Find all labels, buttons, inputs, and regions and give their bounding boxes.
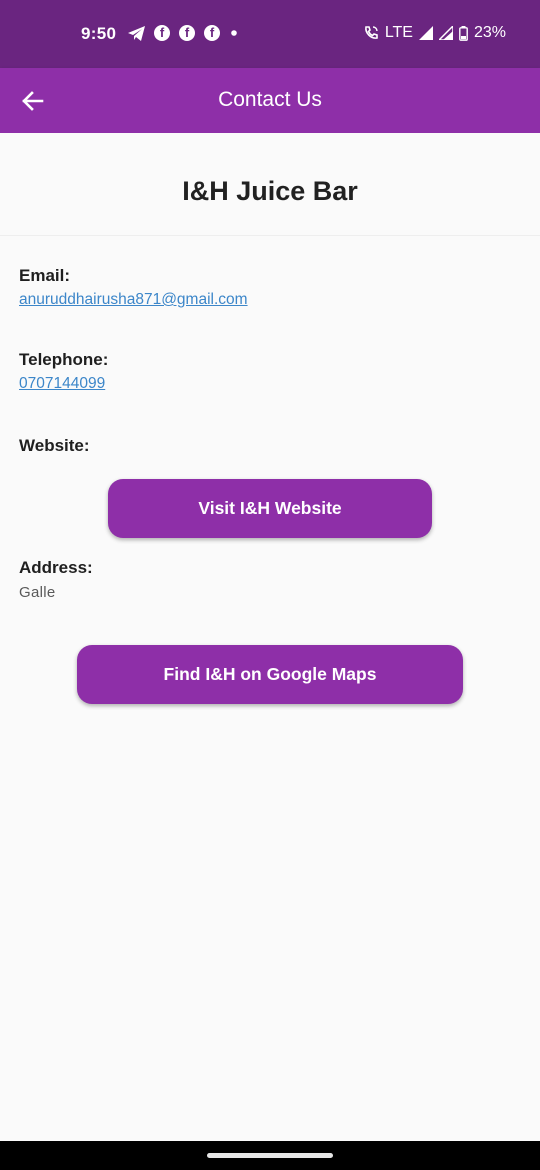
email-label: Email: xyxy=(19,266,71,285)
address-value: Galle xyxy=(19,584,56,601)
status-bar: 9:50 f f f LTE 23% xyxy=(0,0,540,68)
website-label: Website: xyxy=(19,436,90,455)
signal-secondary-icon xyxy=(438,26,453,40)
more-notifications-dot-icon xyxy=(231,30,237,36)
navigation-bar xyxy=(0,1141,540,1170)
signal-icon xyxy=(418,26,433,40)
battery-percent: 23% xyxy=(473,24,506,41)
facebook-icon: f xyxy=(154,25,170,41)
page-title: Contact Us xyxy=(218,88,322,111)
google-maps-button[interactable]: Find I&H on Google Maps xyxy=(77,645,463,704)
status-time: 9:50 xyxy=(81,24,117,43)
wifi-calling-icon xyxy=(364,26,378,39)
facebook-icon: f xyxy=(179,25,195,41)
email-link[interactable]: anuruddhairusha871@gmail.com xyxy=(19,291,248,309)
notification-icons: f f f xyxy=(128,25,239,41)
system-status: LTE 23% xyxy=(363,24,506,42)
address-label: Address: xyxy=(19,558,93,577)
telephone-label: Telephone: xyxy=(19,350,109,369)
app-bar: Contact Us xyxy=(0,68,540,133)
home-gesture-handle[interactable] xyxy=(207,1153,333,1158)
battery-icon xyxy=(459,25,468,41)
telegram-icon xyxy=(128,25,145,41)
network-type: LTE xyxy=(384,24,413,41)
business-name: I&H Juice Bar xyxy=(182,176,358,206)
telephone-link[interactable]: 0707144099 xyxy=(19,375,105,393)
visit-website-button[interactable]: Visit I&H Website xyxy=(108,479,432,538)
facebook-icon: f xyxy=(204,25,220,41)
business-header: I&H Juice Bar xyxy=(0,133,540,236)
